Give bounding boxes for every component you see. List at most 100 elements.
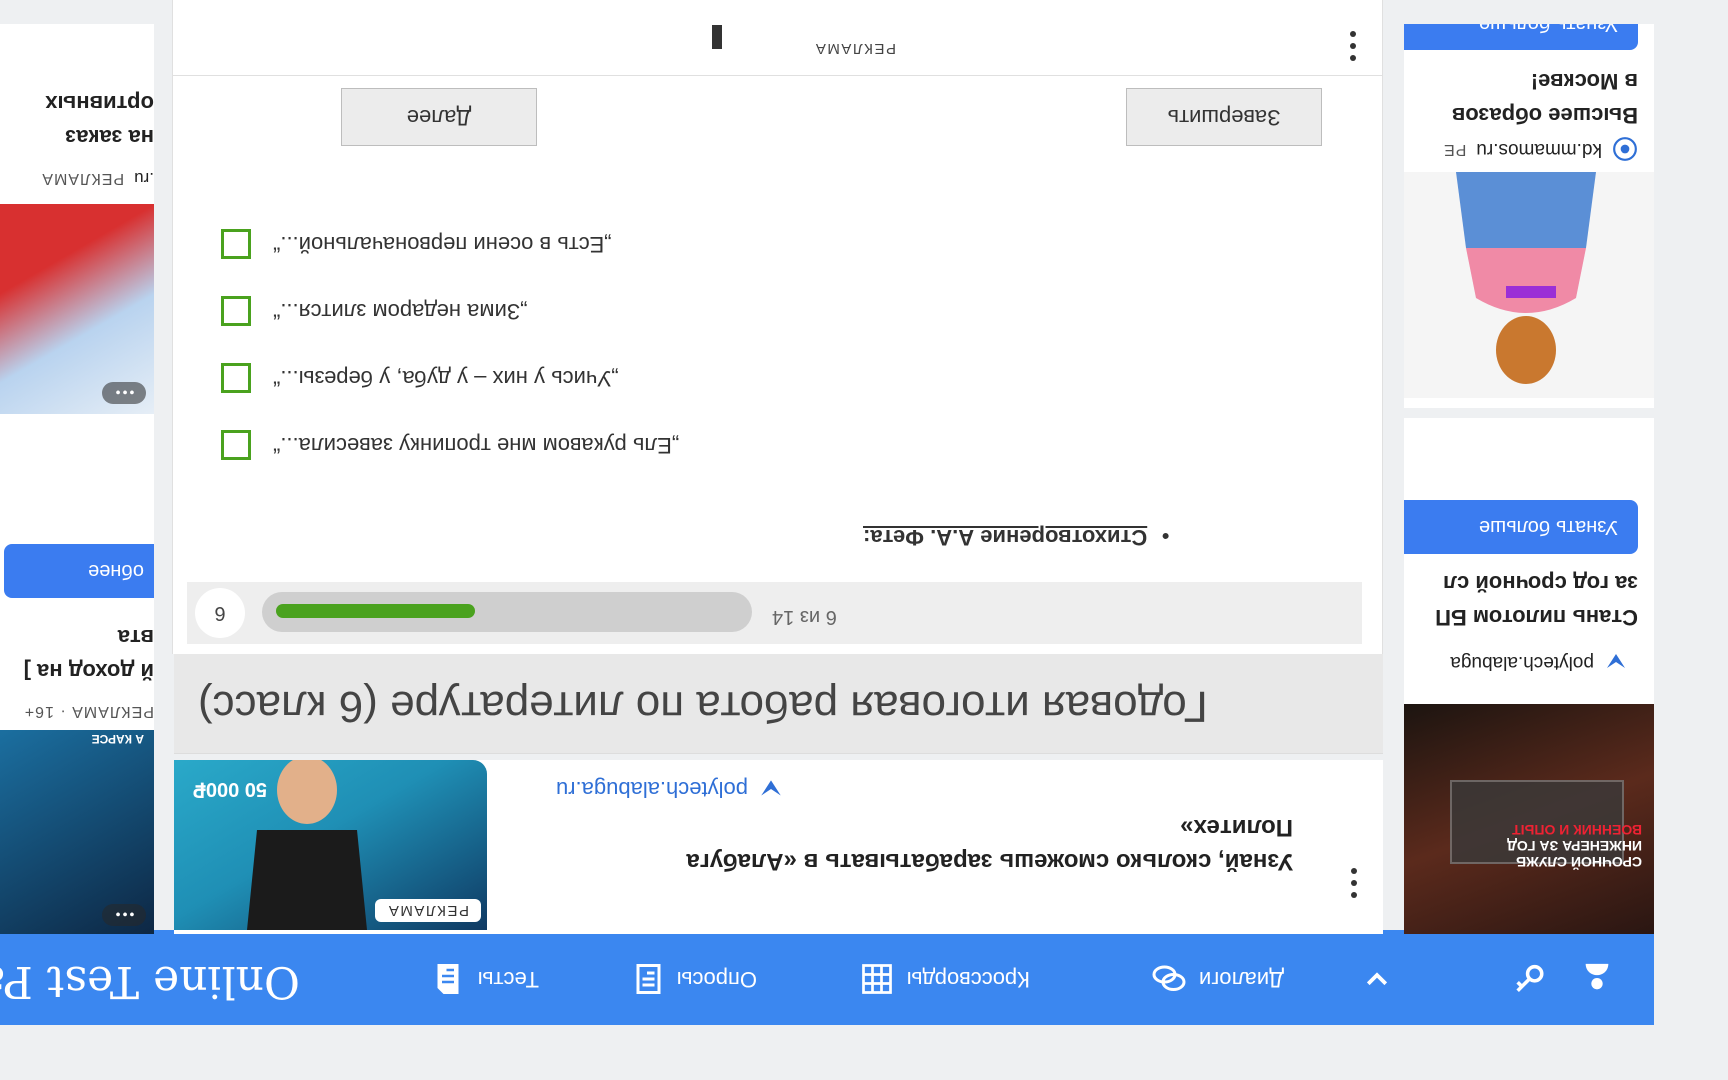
chat-icon [1152,965,1186,991]
nav-dialogs-label: Диалоги [1198,967,1284,992]
nav-crosswords-label: Кроссворды [906,967,1030,992]
ad-title[interactable]: Узнай, сколько сможешь зарабатывать в «А… [503,810,1293,878]
ad-tag: РЕКЛАМА · 16+ [23,703,154,720]
nav-surveys-label: Опросы [676,967,757,992]
bottom-ad[interactable]: РЕКЛАМА [173,0,1382,76]
page-title: Годовая итоговая работа по литературе (6… [198,682,1208,731]
university-logo-icon [1613,137,1637,161]
ad-title[interactable]: на заказ ортивных [0,86,154,154]
page-canvas: Диалоги Кроссворды Опросы Тесты Online T… [0,0,1728,1080]
ad-card[interactable]: ••• .ru РЕКЛАМА на заказ ортивных [0,24,154,414]
answer-checkbox[interactable] [221,363,251,393]
ad-title-line: ортивных [45,91,154,116]
top-navbar: Диалоги Кроссворды Опросы Тесты Online T… [0,930,1654,1025]
nav-dialogs[interactable]: Диалоги [1151,959,1284,999]
question-text: ● Стихотворение А.А. Фета: [863,525,1170,550]
more-options-icon[interactable] [1350,25,1356,61]
answer-option[interactable]: „Учись у них – у дуба, у березы...“ [221,363,619,393]
ad-title-line: Высшее образов [1451,103,1638,128]
nav-tests[interactable]: Тесты [430,959,539,999]
ad-card[interactable]: ••• А КАРСЕ РЕКЛАМА · 16+ й доход на ] в… [0,414,154,934]
ad-image: СРОЧНОЙ СЛУЖБ ИНЖЕНЕРА ЗА ГОД ВОЕННИК И … [1404,704,1654,934]
ad-card[interactable]: kd.mmamos.ru РЕ Высшее образов в Москве!… [1404,24,1654,408]
ad-source-text: polytech.alabuga [1450,652,1594,673]
more-options-icon[interactable] [1351,862,1357,898]
progress-row: 6 6 из 14 [187,582,1362,644]
ad-tag: РЕ [1443,141,1467,158]
left-ad-column: СРОЧНОЙ СЛУЖБ ИНЖЕНЕРА ЗА ГОД ВОЕННИК И … [1404,24,1654,934]
answer-checkbox[interactable] [221,229,251,259]
image-text: ВОЕННИК И ОПЫТ [1512,822,1642,838]
ad-tag: РЕКЛАМА [41,170,125,187]
ad-image [1404,172,1654,398]
key-icon[interactable] [1512,952,1546,995]
ad-source-text: kd.mmamos.ru [1476,139,1602,160]
ad-title-line: в Москве! [1530,69,1638,94]
ad-title-line: й доход на ] [23,659,154,684]
progress-fill [276,604,475,618]
ad-source-text: polytech.alabuga.ru [555,777,748,802]
ad-title-line: Политех» [1180,814,1293,841]
nav-tests-label: Тесты [477,967,539,992]
ad-source[interactable]: kd.mmamos.ru РЕ [1443,136,1638,162]
learn-more-button[interactable]: Узнать больше [1404,500,1638,554]
image-text: А КАРСЕ [91,732,144,746]
answer-option[interactable]: „Ель рукавом мне тропинку завесила...“ [221,430,679,460]
answer-label: „Ель рукавом мне тропинку завесила...“ [273,433,680,458]
answer-label: „Зима недаром злится...“ [273,299,528,324]
finish-button[interactable]: Завершить [1126,88,1322,146]
next-button[interactable]: Далее [341,88,537,146]
ad-title[interactable]: Высшее образов в Москве! [1404,64,1638,132]
question-number-badge: 6 [195,588,245,638]
ad-card[interactable]: СРОЧНОЙ СЛУЖБ ИНЖЕНЕРА ЗА ГОД ВОЕННИК И … [1404,418,1654,934]
answer-label: „Есть в осени первоначальной...“ [273,232,612,257]
crossword-icon [861,964,892,994]
ad-logo-icon [712,25,722,49]
answer-option[interactable]: „Зима недаром злится...“ [221,296,527,326]
right-ad-column: ••• А КАРСЕ РЕКЛАМА · 16+ й доход на ] в… [0,24,154,934]
test-title-bar: Годовая итоговая работа по литературе (6… [174,652,1383,754]
ad-image: ••• [0,204,154,414]
ad-tag: РЕКЛАМА [375,899,481,922]
answer-checkbox[interactable] [221,296,251,326]
more-options-icon[interactable]: ••• [102,382,146,404]
ad-source[interactable]: .ru РЕКЛАМА [41,168,154,188]
chevron-down-icon[interactable] [1362,956,1392,995]
ad-title[interactable]: й доход на ] вта [0,620,154,688]
nav-crosswords[interactable]: Кроссворды [859,959,1030,999]
ad-source-text: .ru [134,169,154,188]
main-content: Узнай, сколько сможешь зарабатывать в «А… [172,0,1383,934]
ad-source[interactable]: polytech.alabuga.ru [556,776,784,802]
ad-title-line: на заказ [65,125,154,150]
ad-source[interactable]: РЕКЛАМА · 16+ [24,702,154,720]
nav-surveys[interactable]: Опросы [629,959,757,999]
image-text: ИНЖЕНЕРА ЗА ГОД [1507,838,1642,854]
ad-source[interactable]: polytech.alabuga [1450,650,1628,674]
ad-title-line: Стань пилотом БП [1435,605,1638,630]
image-text: 50 000₽ [193,778,267,800]
alabuga-logo-icon [761,780,781,796]
learn-more-button[interactable]: обнее [4,544,154,598]
form-icon [636,964,661,994]
image-text: СРОЧНОЙ СЛУЖБ [1516,854,1642,870]
answer-option[interactable]: „Есть в осени первоначальной...“ [221,229,612,259]
person-photo-icon [1456,172,1596,384]
banner-ad[interactable]: Узнай, сколько сможешь зарабатывать в «А… [174,760,1383,934]
logo[interactable]: Online Test Pad [0,956,300,1007]
more-options-icon[interactable]: ••• [102,904,146,926]
answer-label: „Учись у них – у дуба, у березы...“ [273,366,619,391]
question-label: Стихотворение А.А. Фета: [863,525,1148,550]
user-icon[interactable] [1580,952,1614,995]
document-icon [437,964,459,994]
progress-text: 6 из 14 [772,606,837,628]
ad-title-line: за год срочной сл [1442,571,1638,596]
alabuga-logo-icon [1607,654,1625,668]
learn-more-button[interactable]: Узнать больше [1404,24,1638,50]
ad-tag: РЕКЛАМА [814,40,896,57]
ad-title-line: Узнай, сколько сможешь зарабатывать в «А… [686,848,1293,875]
progress-bar [262,592,752,632]
question-panel: 6 6 из 14 ● Стихотворение А.А. Фета: „Ел… [172,0,1383,654]
ad-title[interactable]: Стань пилотом БП за год срочной сл [1404,566,1638,634]
answer-checkbox[interactable] [221,430,251,460]
ad-title-line: вта [117,625,154,650]
